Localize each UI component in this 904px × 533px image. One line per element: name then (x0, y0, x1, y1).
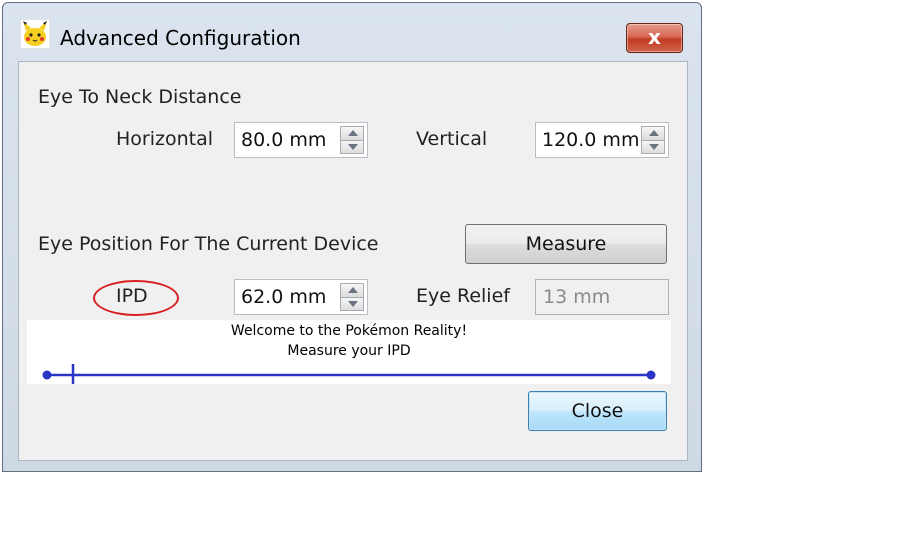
title-bar[interactable]: Advanced Configuration x (3, 3, 701, 61)
horizontal-value[interactable]: 80.0 mm (241, 129, 326, 151)
eye-position-section-label: Eye Position For The Current Device (38, 233, 379, 255)
arrow-up-icon[interactable] (340, 126, 364, 140)
close-button[interactable]: Close (528, 391, 667, 431)
measure-button[interactable]: Measure (465, 224, 667, 264)
close-button-label: Close (571, 400, 624, 422)
horizontal-label: Horizontal (116, 128, 214, 150)
eye-to-neck-section-label: Eye To Neck Distance (38, 86, 242, 108)
arrow-down-icon[interactable] (340, 297, 364, 311)
eye-relief-value: 13 mm (543, 286, 611, 308)
vertical-spinbox[interactable]: 120.0 mm (535, 122, 669, 158)
vertical-label: Vertical (416, 128, 488, 150)
ipd-measure-panel[interactable]: Welcome to the Pokémon Reality! Measure … (27, 320, 671, 384)
eye-relief-field: 13 mm (535, 279, 669, 315)
window-close-button[interactable]: x (626, 23, 683, 53)
measure-button-label: Measure (525, 233, 607, 255)
arrow-up-icon[interactable] (641, 126, 665, 140)
ipd-label: IPD (116, 285, 148, 307)
arrow-down-icon[interactable] (340, 140, 364, 154)
ipd-spinbox[interactable]: 62.0 mm (234, 279, 368, 315)
pikachu-icon (20, 19, 50, 49)
dialog-client-area: Eye To Neck Distance Horizontal 80.0 mm … (18, 61, 688, 461)
close-icon: x (648, 25, 661, 49)
right-endpoint-handle (646, 370, 656, 380)
vertical-value[interactable]: 120.0 mm (542, 129, 639, 151)
advanced-configuration-window: Advanced Configuration x Eye To Neck Dis… (2, 2, 702, 472)
ipd-value[interactable]: 62.0 mm (241, 286, 326, 308)
left-endpoint-handle (42, 370, 52, 380)
arrow-up-icon[interactable] (340, 283, 364, 297)
window-title: Advanced Configuration (60, 26, 301, 50)
ipd-measure-line[interactable] (27, 320, 671, 384)
eye-relief-label: Eye Relief (416, 285, 510, 307)
horizontal-spinbox[interactable]: 80.0 mm (234, 122, 368, 158)
arrow-down-icon[interactable] (641, 140, 665, 154)
